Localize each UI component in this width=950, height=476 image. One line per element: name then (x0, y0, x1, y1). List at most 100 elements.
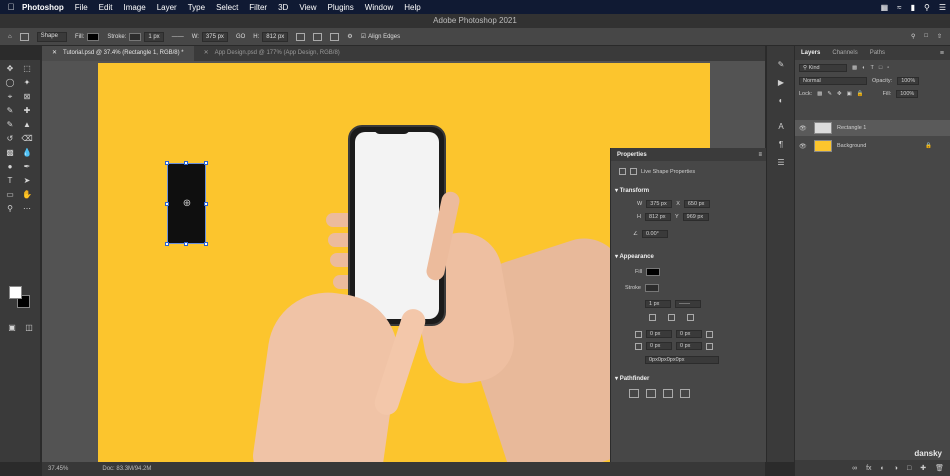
brush-tool-icon[interactable]: ✎ (3, 119, 17, 131)
rectangle-shape[interactable]: ⊕ (165, 161, 208, 246)
add-mask-icon[interactable]: ◐ (881, 465, 885, 472)
brush-settings-icon[interactable]: ✎ (767, 56, 795, 74)
tab-app-design[interactable]: ✕ App Design.psd @ 177% (App Design, RGB… (194, 46, 350, 61)
w-field[interactable]: 375 px (201, 31, 228, 42)
stroke-type-select[interactable]: —— (172, 34, 184, 40)
tab-paths[interactable]: Paths (864, 50, 891, 56)
filter-smart-icon[interactable]: ▫ (887, 65, 889, 71)
stroke-width-field[interactable]: 1 px (144, 31, 164, 42)
stroke-join-icon[interactable] (687, 314, 694, 321)
search-icon[interactable]: ⚲ (911, 33, 915, 40)
eraser-icon[interactable]: ⌫ (20, 133, 34, 145)
tool-preset-icon[interactable] (19, 32, 29, 41)
object-select-icon[interactable]: ✦ (20, 77, 34, 89)
transform-handle[interactable] (204, 202, 208, 206)
transform-handle[interactable] (165, 161, 169, 165)
gear-icon[interactable]: ⚙ (347, 33, 352, 40)
blend-mode-select[interactable]: Normal (799, 77, 867, 85)
gradient-tool-icon[interactable]: ▩ (3, 147, 17, 159)
stroke-swatch[interactable] (644, 284, 659, 292)
eye-icon[interactable]: 👁 (799, 143, 809, 150)
filter-pixel-icon[interactable]: ▩ (852, 65, 857, 71)
search-icon[interactable]: ⚲ (924, 3, 930, 12)
shape-icon[interactable] (619, 168, 626, 175)
link-dims-label[interactable]: GO (236, 34, 245, 40)
panel-menu-icon[interactable]: ≡ (758, 152, 762, 158)
section-pathfinder[interactable]: ▾ Pathfinder (615, 375, 649, 382)
marquee-tool-icon[interactable]: ⬚ (20, 63, 34, 75)
menu-image[interactable]: Image (123, 3, 145, 12)
doc-size[interactable]: Doc: 83.3M/94.2M (102, 466, 151, 472)
menu-layer[interactable]: Layer (157, 3, 177, 12)
healing-brush-icon[interactable]: ✚ (20, 105, 34, 117)
layer-row-background[interactable]: 👁 Background 🔒 (795, 138, 950, 154)
transform-handle[interactable] (184, 161, 188, 165)
menu-plugins[interactable]: Plugins (328, 3, 354, 12)
group-icon[interactable]: □ (907, 465, 911, 472)
lock-brush-icon[interactable]: ✎ (827, 91, 832, 97)
move-tool-icon[interactable]: ✥ (3, 63, 17, 75)
section-appearance[interactable]: ▾ Appearance (615, 253, 654, 260)
layer-fill-field[interactable]: 100% (896, 90, 919, 98)
type-tool-icon[interactable]: T (3, 175, 17, 187)
adjustment-layer-icon[interactable]: ◑ (894, 465, 898, 472)
tab-tutorial[interactable]: ✕ Tutorial.psd @ 37.4% (Rectangle 1, RGB… (42, 46, 194, 61)
fx-icon[interactable]: fx (866, 465, 871, 472)
wifi-icon[interactable]: ≈ (897, 3, 901, 12)
character-icon[interactable]: A (767, 118, 795, 136)
tab-layers[interactable]: Layers (795, 50, 826, 56)
section-transform[interactable]: ▾ Transform (615, 187, 649, 194)
align-edges-checkbox[interactable]: ☑ (361, 33, 366, 40)
blur-tool-icon[interactable]: 💧 (20, 147, 34, 159)
path-operations-icon[interactable] (296, 32, 306, 41)
stamp-tool-icon[interactable]: ▲ (20, 119, 34, 131)
stroke-size-field[interactable]: 1 px (645, 300, 671, 308)
panel-menu-icon[interactable]: ≡ (940, 50, 944, 57)
grid-icon[interactable]: ▦ (881, 3, 889, 12)
menu-edit[interactable]: Edit (99, 3, 113, 12)
fill-swatch[interactable] (87, 32, 100, 41)
corner-br-field[interactable]: 0 px (676, 342, 702, 350)
hand-tool-icon[interactable]: ✋ (20, 189, 34, 201)
crop-tool-icon[interactable]: ⌖ (3, 91, 17, 103)
prop-w-field[interactable]: 375 px (646, 200, 673, 208)
screen-mode-icon[interactable]: ◫ (22, 322, 36, 334)
tool-mode-select[interactable]: Shape (36, 31, 67, 42)
transform-handle[interactable] (204, 161, 208, 165)
corner-tr-field[interactable]: 0 px (676, 330, 702, 338)
paragraph-icon[interactable]: ¶ (767, 136, 795, 154)
fill-swatch[interactable] (646, 268, 661, 276)
h-field[interactable]: 812 px (262, 31, 289, 42)
transform-handle[interactable] (165, 242, 169, 246)
mask-icon[interactable] (630, 168, 637, 175)
transform-handle[interactable] (184, 242, 188, 246)
menu-view[interactable]: View (299, 3, 316, 12)
menu-file[interactable]: File (75, 3, 88, 12)
transform-handle[interactable] (204, 242, 208, 246)
zoom-tool-icon[interactable]: ⚲ (3, 203, 17, 215)
link-layers-icon[interactable]: ∞ (852, 465, 857, 472)
filter-adjust-icon[interactable]: ◐ (862, 65, 865, 71)
adjustments-icon[interactable]: ◐ (767, 92, 795, 110)
history-brush-icon[interactable]: ↺ (3, 133, 17, 145)
zoom-level[interactable]: 37.45% (48, 466, 68, 472)
prop-h-field[interactable]: 812 px (644, 213, 671, 221)
corner-tl-field[interactable]: 0 px (646, 330, 672, 338)
filter-shape-icon[interactable]: □ (879, 65, 882, 71)
close-icon[interactable]: ✕ (204, 46, 209, 61)
share-icon[interactable]: ⇧ (937, 33, 942, 40)
workspace-icon[interactable]: □ (924, 33, 928, 40)
menu-filter[interactable]: Filter (249, 3, 267, 12)
path-alignment-icon[interactable] (313, 32, 323, 41)
angle-field[interactable]: 0.00° (641, 230, 668, 238)
subtract-shapes-icon[interactable] (646, 389, 656, 398)
filter-type-icon[interactable]: T (871, 65, 874, 71)
path-arrangement-icon[interactable] (330, 32, 340, 41)
lock-move-icon[interactable]: ✥ (837, 91, 842, 97)
lock-transparent-icon[interactable]: ▩ (817, 91, 822, 97)
actions-icon[interactable]: ▶ (767, 74, 795, 92)
close-icon[interactable]: ✕ (52, 46, 57, 61)
foreground-color-swatch[interactable] (9, 286, 22, 299)
corners-all-field[interactable]: 0px0px0px0px (645, 356, 719, 364)
stroke-align-icon[interactable] (649, 314, 656, 321)
